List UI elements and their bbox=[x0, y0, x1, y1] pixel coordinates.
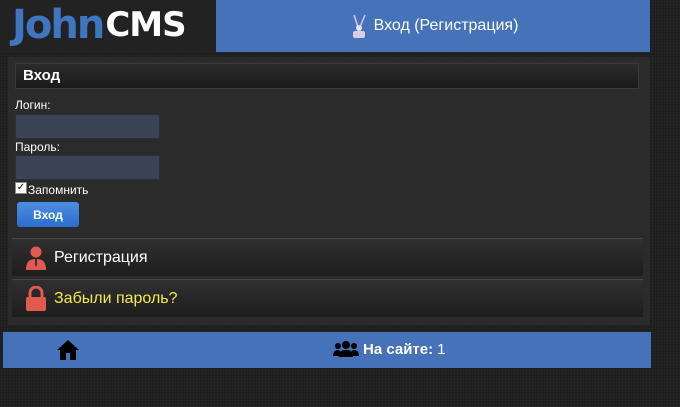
username-input[interactable] bbox=[15, 114, 160, 139]
menu-item-register[interactable]: Регистрация bbox=[12, 238, 643, 276]
online-label: На сайте: bbox=[363, 340, 434, 358]
password-input[interactable] bbox=[15, 155, 160, 180]
online-users[interactable]: На сайте: 1 bbox=[333, 340, 445, 358]
remember-checkbox[interactable]: ✓ bbox=[15, 182, 27, 194]
menu-item-forgot-password-label: Забыли пароль? bbox=[54, 289, 178, 307]
logo-cms: CMS bbox=[105, 5, 186, 45]
home-icon[interactable] bbox=[55, 338, 81, 362]
online-count: 1 bbox=[437, 340, 446, 358]
menu-item-forgot-password[interactable]: Забыли пароль? bbox=[12, 279, 643, 317]
login-title: Вход bbox=[15, 63, 639, 89]
user-icon bbox=[26, 246, 46, 270]
login-register-link[interactable]: Вход (Регистрация) bbox=[216, 0, 650, 52]
menu-item-register-label: Регистрация bbox=[54, 248, 148, 266]
remember-label: Запомнить bbox=[28, 183, 89, 197]
logo-john: John bbox=[12, 2, 105, 48]
antenna-icon bbox=[352, 14, 366, 38]
lock-icon bbox=[26, 285, 46, 311]
johncms-logo[interactable]: John CMS bbox=[12, 2, 187, 48]
login-register-label: Вход (Регистрация) bbox=[373, 17, 519, 34]
login-submit-button[interactable]: Вход bbox=[17, 202, 79, 227]
username-label: Логин: bbox=[15, 98, 51, 112]
header: John CMS Вход (Регистрация) bbox=[0, 0, 650, 52]
password-label: Пароль: bbox=[15, 140, 60, 154]
footer: На сайте: 1 bbox=[3, 332, 651, 368]
users-icon bbox=[333, 341, 359, 357]
